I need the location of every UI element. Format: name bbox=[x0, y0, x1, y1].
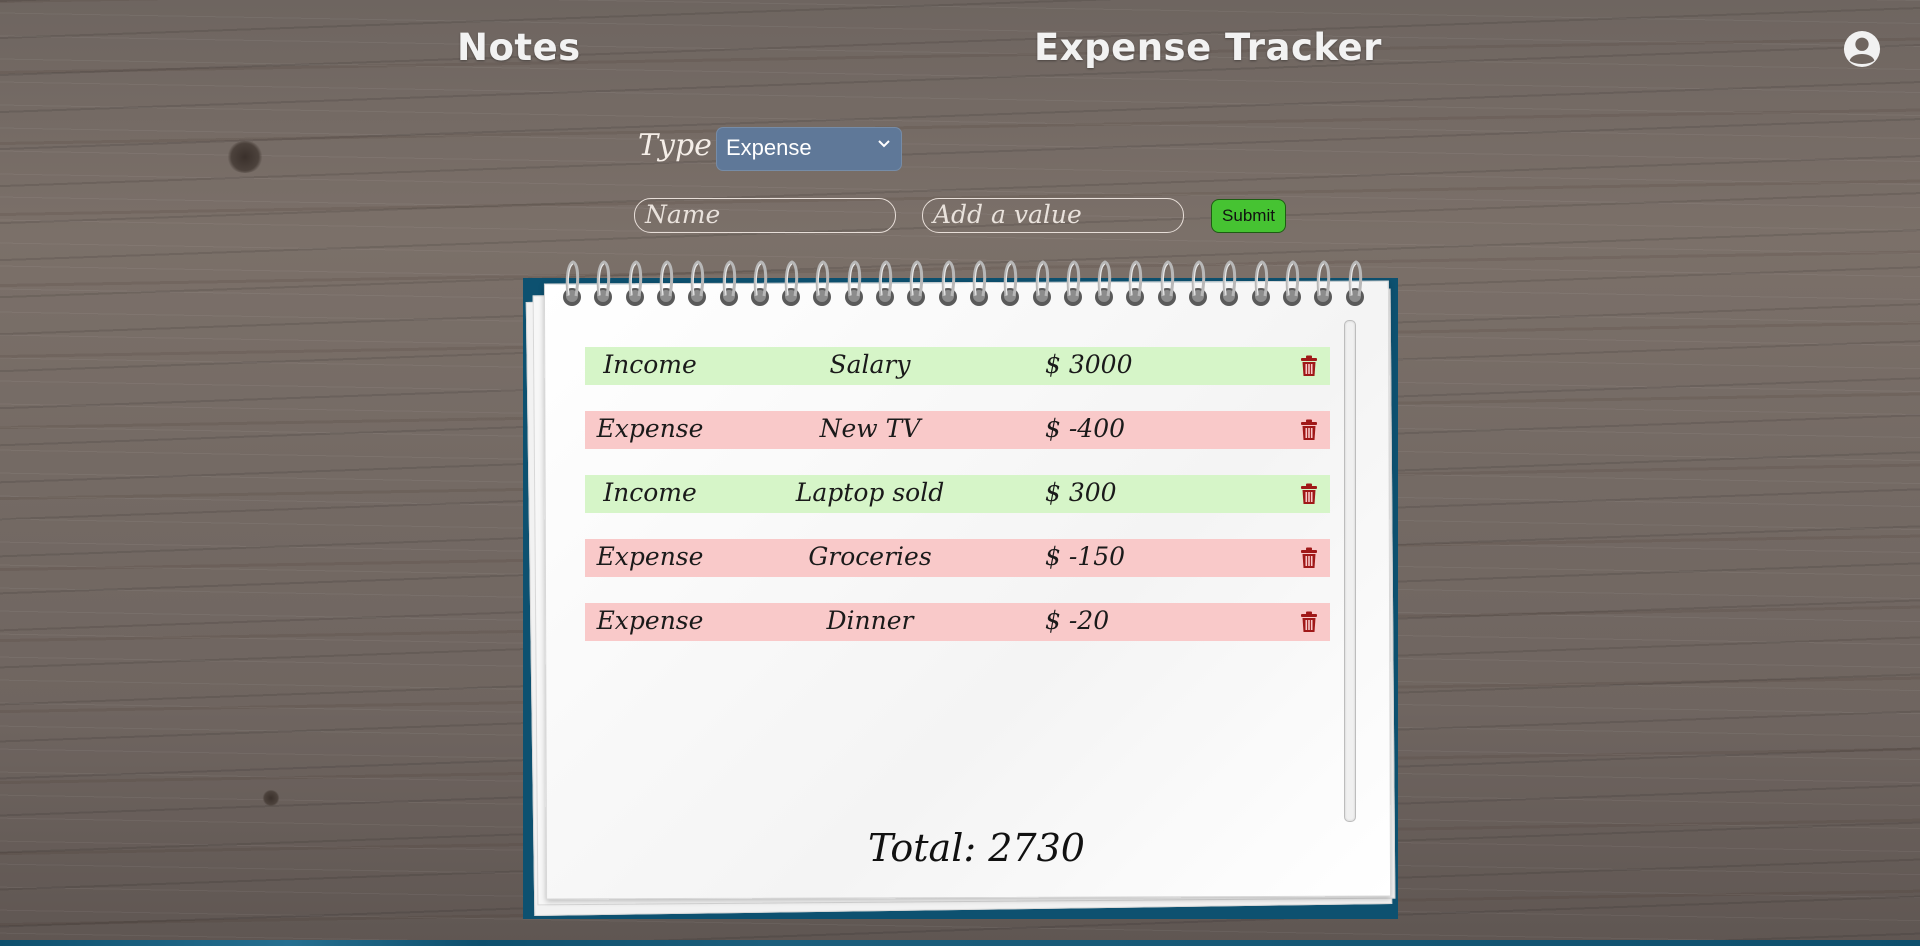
spiral-ring bbox=[594, 260, 612, 306]
spiral-ring bbox=[751, 260, 769, 306]
entry-name: Dinner bbox=[826, 606, 914, 635]
type-select[interactable]: Expense bbox=[716, 127, 902, 171]
spiral-ring bbox=[845, 260, 863, 306]
entry-name: Laptop sold bbox=[795, 478, 945, 507]
spiral-ring bbox=[657, 260, 675, 306]
entry-type: Expense bbox=[596, 542, 704, 571]
total-label: Total: 2730 bbox=[868, 826, 1085, 870]
spiral-ring bbox=[1314, 260, 1332, 306]
spiral-ring bbox=[1158, 260, 1176, 306]
entry-name: Salary bbox=[829, 350, 911, 379]
spiral-ring bbox=[720, 260, 738, 306]
entry-row: Income Salary $ 3000 bbox=[585, 347, 1330, 385]
spiral-ring bbox=[563, 260, 581, 306]
trash-icon[interactable] bbox=[1300, 355, 1318, 377]
trash-icon[interactable] bbox=[1300, 483, 1318, 505]
spiral-ring bbox=[1283, 260, 1301, 306]
spiral-ring bbox=[1346, 260, 1364, 306]
entry-name: Groceries bbox=[808, 542, 932, 571]
spiral-ring bbox=[688, 260, 706, 306]
entry-amount: $ 3000 bbox=[1045, 350, 1133, 379]
trash-icon[interactable] bbox=[1300, 547, 1318, 569]
trash-icon[interactable] bbox=[1300, 419, 1318, 441]
wood-knot bbox=[226, 141, 264, 173]
entry-amount: $ 300 bbox=[1045, 478, 1117, 507]
spiral-ring bbox=[1220, 260, 1238, 306]
type-label: Type bbox=[638, 128, 712, 163]
entry-name: New TV bbox=[819, 414, 921, 443]
chevron-down-icon bbox=[878, 140, 890, 148]
entry-type: Income bbox=[603, 350, 697, 379]
trash-icon[interactable] bbox=[1300, 611, 1318, 633]
page-title: Expense Tracker bbox=[1034, 26, 1382, 69]
spiral-ring bbox=[626, 260, 644, 306]
notes-nav-link[interactable]: Notes bbox=[457, 26, 581, 69]
user-circle-icon[interactable] bbox=[1843, 30, 1881, 68]
entry-amount: $ -20 bbox=[1045, 606, 1110, 635]
entry-row: Expense Dinner $ -20 bbox=[585, 603, 1330, 641]
spiral-ring bbox=[1189, 260, 1207, 306]
entry-type: Income bbox=[603, 478, 697, 507]
entry-amount: $ -150 bbox=[1045, 542, 1126, 571]
entry-amount: $ -400 bbox=[1045, 414, 1126, 443]
entry-type: Expense bbox=[596, 414, 704, 443]
spiral-ring bbox=[939, 260, 957, 306]
spiral-ring bbox=[1095, 260, 1113, 306]
value-input[interactable]: Add a value bbox=[922, 198, 1184, 233]
spiral-ring bbox=[813, 260, 831, 306]
entry-type: Expense bbox=[596, 606, 704, 635]
spiral-ring bbox=[1001, 260, 1019, 306]
spiral-ring bbox=[1126, 260, 1144, 306]
wood-knot bbox=[262, 790, 280, 806]
bottom-strip bbox=[0, 940, 1920, 946]
spiral-ring bbox=[970, 260, 988, 306]
entry-row: Expense New TV $ -400 bbox=[585, 411, 1330, 449]
scrollbar[interactable] bbox=[1344, 320, 1356, 822]
type-select-value: Expense bbox=[726, 135, 812, 160]
name-input[interactable]: Name bbox=[634, 198, 896, 233]
spiral-ring bbox=[907, 260, 925, 306]
spiral-ring bbox=[782, 260, 800, 306]
spiral-ring bbox=[1033, 260, 1051, 306]
entry-row: Income Laptop sold $ 300 bbox=[585, 475, 1330, 513]
spiral-ring bbox=[1252, 260, 1270, 306]
entry-row: Expense Groceries $ -150 bbox=[585, 539, 1330, 577]
submit-button[interactable]: Submit bbox=[1211, 199, 1286, 233]
spiral-ring bbox=[876, 260, 894, 306]
spiral-ring bbox=[1064, 260, 1082, 306]
